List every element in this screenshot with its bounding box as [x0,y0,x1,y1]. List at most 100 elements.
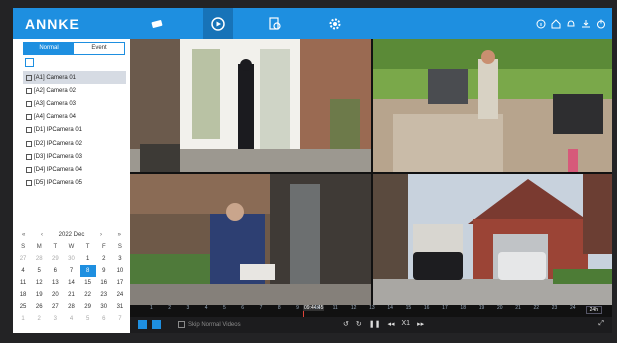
calendar-day[interactable]: 1 [80,253,96,265]
calendar-day[interactable]: 24 [112,289,128,301]
checkbox[interactable] [26,74,32,81]
calendar-day[interactable]: 30 [63,253,79,265]
checkbox[interactable] [26,153,32,160]
camera-view-3[interactable] [130,174,371,305]
calendar-day[interactable]: 28 [31,253,47,265]
calendar-day[interactable]: 20 [47,289,63,301]
calendar-day[interactable]: 29 [47,253,63,265]
calendar-day[interactable]: 2 [31,313,47,325]
calendar-day[interactable]: 19 [31,289,47,301]
checkbox[interactable] [26,100,32,107]
camera-feed-driveway [373,174,612,305]
calendar-day[interactable]: 5 [31,265,47,277]
weekday-label: W [68,244,75,250]
nav-playback[interactable] [203,8,233,39]
checkbox[interactable] [26,180,32,187]
calendar-day[interactable]: 12 [31,277,47,289]
next-month-button[interactable]: › [100,232,102,238]
calendar-day[interactable]: 3 [47,313,63,325]
select-all-checkbox[interactable] [25,58,34,67]
prev-year-button[interactable]: « [22,232,25,238]
nav-settings[interactable] [325,8,345,39]
checkbox[interactable] [26,140,32,147]
skip-label: Skip Normal Videos [188,321,241,328]
checkbox[interactable] [26,166,32,173]
calendar-day[interactable]: 6 [96,313,112,325]
calendar-day[interactable]: 14 [63,277,79,289]
camera-view-1[interactable] [130,39,371,172]
slow-icon[interactable]: ◂◂ [387,320,394,328]
rewind-icon[interactable]: ↺ [343,320,349,328]
calendar-day[interactable]: 18 [15,289,31,301]
calendar-day[interactable]: 31 [112,301,128,313]
camera-item[interactable]: [D2] IPCamera 02 [23,137,126,150]
camera-item[interactable]: [A2] Camera 02 [23,84,126,97]
checkbox[interactable] [26,87,32,94]
calendar-day[interactable]: 10 [112,265,128,277]
download-icon[interactable] [581,19,591,29]
calendar-day[interactable]: 17 [112,277,128,289]
pause-icon[interactable]: ❚❚ [369,320,381,328]
fast-icon[interactable]: ▸▸ [417,320,424,328]
nav-live-view[interactable] [146,8,170,39]
nav-search[interactable] [265,8,285,39]
checkbox[interactable] [26,127,32,134]
bell-icon[interactable] [566,19,576,29]
calendar-day[interactable]: 29 [80,301,96,313]
weekday-label: T [53,244,58,250]
fullscreen-icon[interactable]: ⤢ [598,320,604,328]
calendar-day[interactable]: 8 [79,265,96,277]
calendar-day[interactable]: 4 [63,313,79,325]
camera-item[interactable]: [D5] IPCamera 05 [23,177,126,190]
calendar-day[interactable]: 23 [96,289,112,301]
tab-normal[interactable]: Normal [24,43,74,54]
calendar-day[interactable]: 30 [96,301,112,313]
calendar-day[interactable]: 26 [31,301,47,313]
calendar-day[interactable]: 9 [96,265,112,277]
calendar-day[interactable]: 13 [47,277,63,289]
timeline-tick: 5 [223,305,226,311]
calendar-day[interactable]: 11 [15,277,31,289]
prev-month-button[interactable]: ‹ [41,232,43,238]
camera-view-2[interactable] [373,39,612,172]
skip-normal-videos[interactable]: Skip Normal Videos [178,321,241,328]
forward-icon[interactable]: ↻ [356,320,362,328]
calendar-day[interactable]: 25 [15,301,31,313]
calendar-grid: S M T W T F S 27 28 29 30 1 2 3 4 5 6 7 8 9 10 11 12 13 14 15 16 17… [15,241,128,325]
calendar-day[interactable]: 28 [63,301,79,313]
camera-item[interactable]: [D1] IPCamera 01 [23,124,126,137]
checkbox[interactable] [178,321,185,328]
video-grid [130,39,612,305]
power-icon[interactable] [596,19,606,29]
nvr-screen: ANNKE Normal Event [A1] Camera 01 [A2] C… [13,8,612,333]
next-year-button[interactable]: » [118,232,121,238]
calendar-day[interactable]: 1 [15,313,31,325]
camera-item[interactable]: [A4] Camera 04 [23,111,126,124]
calendar-day[interactable]: 15 [80,277,96,289]
info-icon[interactable] [536,19,546,29]
camera-item[interactable]: [A1] Camera 01 [23,71,126,85]
tab-event[interactable]: Event [74,43,124,54]
multi-view-button[interactable] [138,320,147,329]
calendar-day[interactable]: 27 [15,253,31,265]
camera-item[interactable]: [D4] IPCamera 04 [23,163,126,176]
calendar-day[interactable]: 6 [47,265,63,277]
timeline-range-select[interactable]: 24h [585,306,602,314]
camera-item[interactable]: [A3] Camera 03 [23,97,126,110]
calendar-day[interactable]: 21 [63,289,79,301]
checkbox[interactable] [26,114,32,121]
calendar-day[interactable]: 2 [96,253,112,265]
layout-button[interactable] [152,320,161,329]
calendar-day[interactable]: 3 [112,253,128,265]
camera-item[interactable]: [D3] IPCamera 03 [23,150,126,163]
calendar-day[interactable]: 7 [63,265,79,277]
timeline-bar[interactable]: 09:44:45 24h 1 2 3 4 5 6 7 8 9 10 11 12 13 14 15 16 17 18… [130,305,612,317]
calendar-day[interactable]: 27 [47,301,63,313]
calendar-day[interactable]: 7 [112,313,128,325]
calendar-day[interactable]: 5 [80,313,96,325]
camera-view-4[interactable] [373,174,612,305]
calendar-day[interactable]: 4 [15,265,31,277]
calendar-day[interactable]: 22 [80,289,96,301]
home-icon[interactable] [551,18,561,29]
calendar-day[interactable]: 16 [96,277,112,289]
